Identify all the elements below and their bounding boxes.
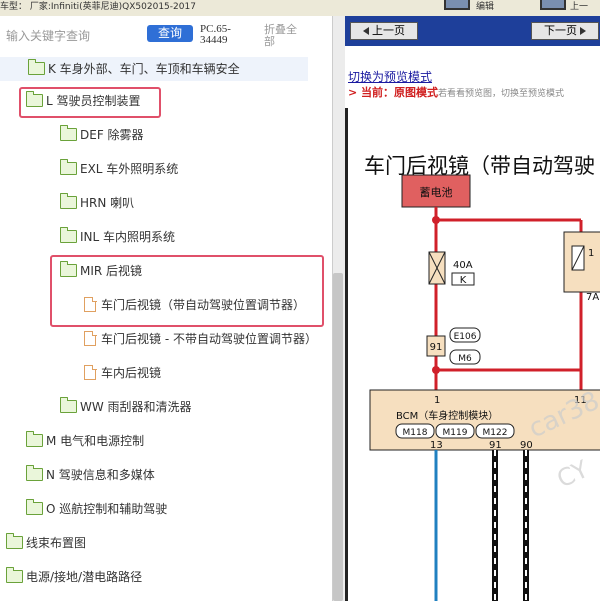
fuse-1-label: 1	[588, 248, 594, 259]
fuse-7a-label: 7A	[586, 292, 599, 303]
battery-label: 蓄电池	[420, 186, 453, 199]
prev-top-button[interactable]: 上一	[566, 2, 592, 14]
folder-icon	[5, 533, 23, 549]
folder-icon	[59, 193, 77, 209]
pin-91-label: 91	[489, 440, 502, 451]
tree-item-n[interactable]: N 驾驶信息和多媒体	[25, 463, 155, 487]
prev-page-button[interactable]: 上一页	[350, 22, 418, 40]
folder-icon	[25, 431, 43, 447]
arrow-left-icon	[363, 27, 369, 35]
junction	[432, 366, 440, 374]
tree-item-mir-door-manual[interactable]: 车门后视镜 - 不带自动驾驶位置调节器）	[84, 327, 317, 351]
window-title-bar: 车型： 厂家:Infiniti(英菲尼迪)QX502015-2017 编辑 上一	[0, 0, 600, 16]
folder-icon	[59, 227, 77, 243]
folder-icon	[59, 125, 77, 141]
next-page-button[interactable]: 下一页	[531, 22, 599, 40]
m119-label: M119	[443, 428, 468, 438]
pin-13-label: 13	[430, 440, 443, 451]
m118-label: M118	[403, 428, 428, 438]
search-button[interactable]: 查询	[147, 25, 193, 42]
viewer-nav-bar: 上一页 下一页	[345, 16, 600, 46]
folder-icon	[5, 567, 23, 583]
arrow-right-icon	[580, 27, 586, 35]
tree-item-mir[interactable]: MIR 后视镜	[59, 259, 142, 283]
bcm-label: BCM（车身控制模块）	[396, 409, 498, 422]
edit-button[interactable]: 编辑	[472, 2, 498, 14]
tree-item-power[interactable]: 电源/接地/潜电路路径	[5, 565, 142, 589]
diagram-canvas: 蓄电池 40A K 1 7A 91 E106 M6 1 11 BCM（车身控制模…	[369, 174, 600, 601]
tree-item-def[interactable]: DEF 除雾器	[59, 123, 144, 147]
watermark-2: CY	[553, 455, 593, 494]
wiring-diagram: 车门后视镜（带自动驾驶 蓄电池 40A K 1 7A 91 E106 M6 1 …	[345, 108, 600, 601]
edit-icon[interactable]	[444, 0, 470, 10]
fuse-40a-label: 40A	[453, 260, 473, 271]
document-icon	[84, 364, 97, 380]
e106-label: E106	[454, 332, 477, 342]
junction	[432, 216, 440, 224]
folder-icon	[27, 59, 45, 75]
search-input[interactable]: 输入关键字查询	[6, 27, 90, 44]
document-icon	[84, 296, 97, 312]
prev-icon[interactable]	[540, 0, 566, 10]
search-bar: 输入关键字查询 查询 PC.65-34449 折叠全部	[0, 16, 332, 60]
tree-item-o[interactable]: O 巡航控制和辅助驾驶	[25, 497, 167, 521]
pin-90-label: 90	[520, 440, 533, 451]
switch-preview-link[interactable]: 切换为预览模式	[348, 68, 432, 85]
window-title: 车型： 厂家:Infiniti(英菲尼迪)QX502015-2017	[0, 2, 196, 12]
tree-item-inl[interactable]: INL 车内照明系统	[59, 225, 175, 249]
tree-item-hrn[interactable]: HRN 喇叭	[59, 191, 134, 215]
scrollbar-thumb[interactable]	[333, 273, 343, 601]
pc-label: PC.65-34449	[200, 23, 231, 46]
connector-91-label: 91	[430, 342, 443, 353]
m6-label: M6	[458, 354, 472, 364]
folder-icon	[25, 465, 43, 481]
viewer-panel: 上一页 下一页 切换为预览模式 > 当前：原图模式若看看预览图，切换至预览模式 …	[345, 16, 600, 601]
tree-item-l[interactable]: L 驾驶员控制装置	[25, 89, 141, 113]
document-icon	[84, 330, 97, 346]
tree-item-ww[interactable]: WW 雨刮器和清洗器	[59, 395, 192, 419]
catalog-panel: 输入关键字查询 查询 PC.65-34449 折叠全部 K 车身外部、车门、车顶…	[0, 16, 332, 601]
pin-1-label: 1	[434, 395, 440, 406]
fuse-k-label: K	[460, 275, 467, 286]
m122-label: M122	[483, 428, 508, 438]
tree-item-mir-interior[interactable]: 车内后视镜	[84, 361, 161, 385]
tree-item-exl[interactable]: EXL 车外照明系统	[59, 157, 178, 181]
folder-icon	[59, 397, 77, 413]
tree-item-harness[interactable]: 线束布置图	[5, 531, 86, 555]
current-mode-line: > 当前：原图模式若看看预览图，切换至预览模式	[348, 86, 565, 99]
folder-icon	[25, 499, 43, 515]
tree-item-k[interactable]: K 车身外部、车门、车顶和车辆安全	[0, 57, 308, 81]
tree-item-mir-door-auto[interactable]: 车门后视镜（带自动驾驶位置调节器）	[84, 293, 305, 317]
folder-icon	[25, 91, 43, 107]
folder-icon	[59, 159, 77, 175]
document-frame: 切换为预览模式 > 当前：原图模式若看看预览图，切换至预览模式 车门后视镜（带自…	[345, 46, 600, 601]
folder-icon	[59, 261, 77, 277]
collapse-all-button[interactable]: 折叠全部	[264, 24, 304, 48]
tree-item-m[interactable]: M 电气和电源控制	[25, 429, 144, 453]
